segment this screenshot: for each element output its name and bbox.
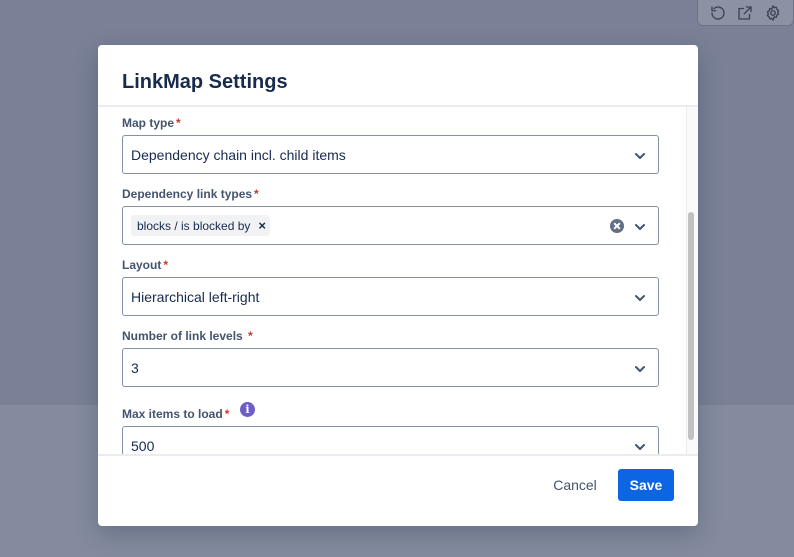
settings-button[interactable] [762,2,784,24]
map-type-value: Dependency chain incl. child items [131,147,346,163]
modal-body[interactable]: Map type * Dependency chain incl. child i… [98,107,698,454]
layout-label: Layout * [122,257,168,273]
required-mark: * [176,116,181,130]
max-items-label-text: Max items to load [122,407,223,421]
top-toolbar [697,0,794,26]
required-mark: * [163,258,169,272]
save-button[interactable]: Save [618,469,674,501]
external-link-icon [738,5,753,20]
map-type-label: Map type * [122,115,181,131]
max-items-label: Max items to load * [122,406,229,422]
open-external-button[interactable] [734,2,756,24]
gear-icon [766,4,780,21]
modal-title: LinkMap Settings [122,71,288,93]
refresh-icon [711,5,725,20]
max-items-value: 500 [131,438,155,454]
layout-label-text: Layout [122,258,162,272]
refresh-button[interactable] [707,2,729,24]
settings-modal: LinkMap Settings Map type * Dependency ch… [98,45,698,526]
chevron-down-icon [634,149,646,161]
chevron-down-icon [634,440,646,452]
modal-footer [98,454,698,526]
max-items-select[interactable]: 500 [122,426,659,454]
chevron-down-icon [634,220,646,232]
link-levels-select[interactable]: 3 [122,348,659,387]
map-type-select[interactable]: Dependency chain incl. child items [122,135,659,174]
link-levels-label-text: Number of link levels [122,329,243,343]
required-mark: * [254,187,259,201]
map-type-label-text: Map type [122,116,175,130]
link-types-multiselect[interactable]: blocks / is blocked by × [122,206,659,245]
scrollbar-thumb[interactable] [688,212,694,440]
link-levels-label: Number of link levels * [122,328,253,344]
link-types-label: Dependency link types * [122,186,259,202]
info-icon[interactable]: i [240,402,255,417]
cancel-button[interactable]: Cancel [542,469,608,501]
chevron-down-icon [634,362,646,374]
modal-header: LinkMap Settings [98,45,698,107]
chip-label: blocks / is blocked by [137,218,251,233]
layout-select[interactable]: Hierarchical left-right [122,277,659,316]
link-levels-value: 3 [131,360,139,376]
required-mark: * [224,407,230,421]
link-type-chip: blocks / is blocked by × [131,215,270,236]
required-mark: * [248,329,253,343]
link-types-label-text: Dependency link types [122,187,253,201]
chip-remove-icon[interactable]: × [258,219,266,232]
layout-value: Hierarchical left-right [131,289,260,305]
chevron-down-icon [634,291,646,303]
clear-icon[interactable] [610,219,624,233]
